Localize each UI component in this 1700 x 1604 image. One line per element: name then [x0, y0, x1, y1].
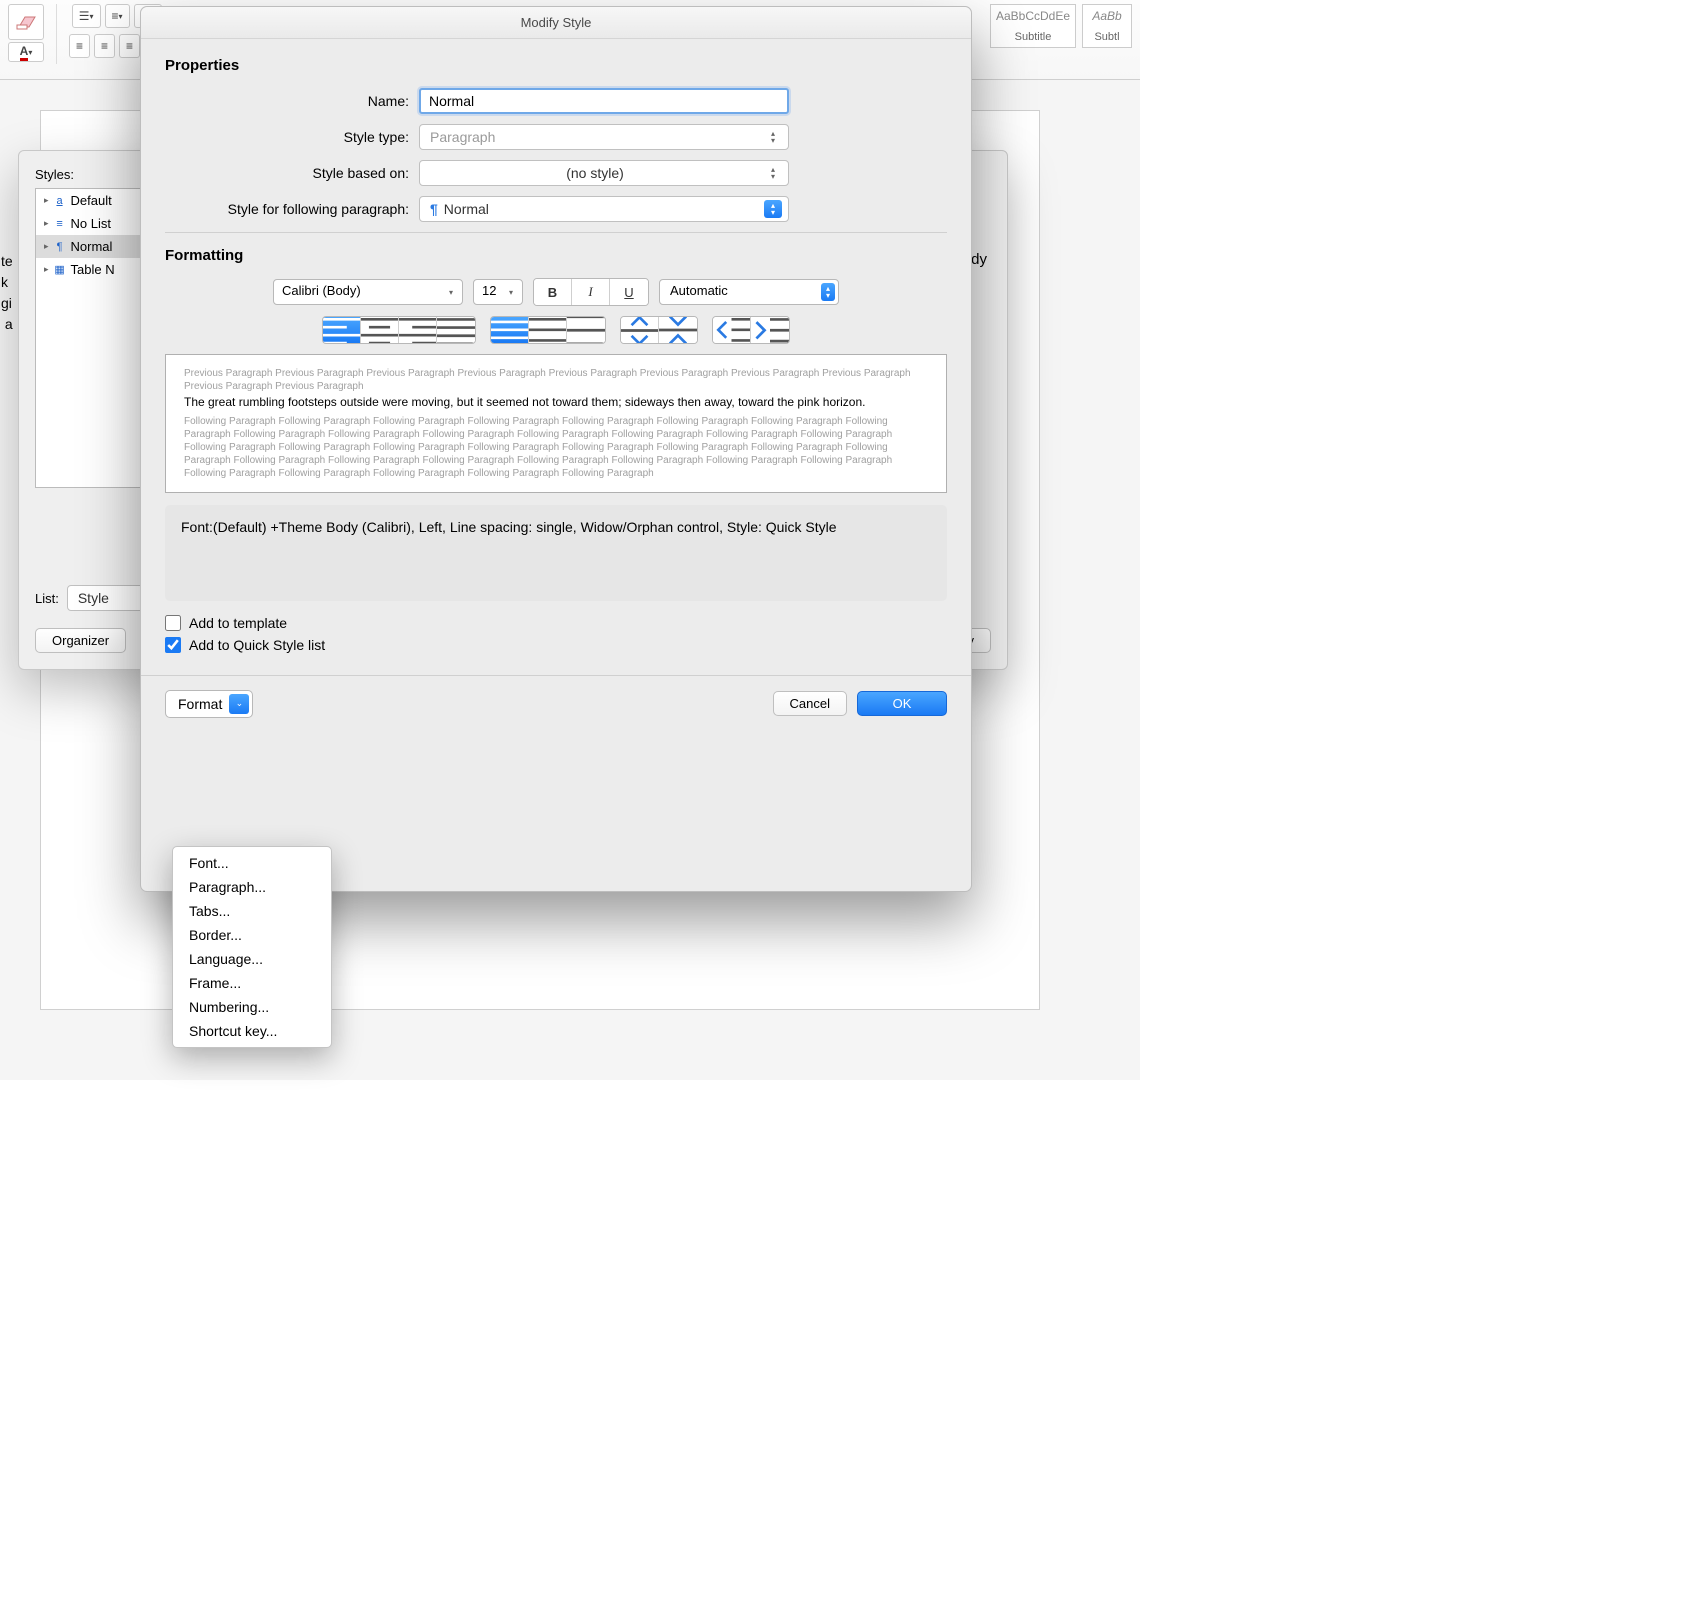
modify-style-dialog: Modify Style Properties Name: Style type… — [140, 6, 972, 892]
font-color-select[interactable]: Automatic ▴▾ — [659, 279, 839, 305]
list-icon: ≡ — [53, 218, 67, 230]
menu-item-frame[interactable]: Frame... — [173, 971, 331, 995]
add-to-quick-style-checkbox[interactable] — [165, 637, 181, 653]
menu-item-paragraph[interactable]: Paragraph... — [173, 875, 331, 899]
indent-inc-button[interactable] — [751, 317, 789, 343]
style-type-value: Paragraph — [430, 129, 495, 145]
preview-following: Following Paragraph Following Paragraph … — [184, 415, 928, 480]
following-label: Style for following paragraph: — [165, 201, 419, 217]
name-label: Name: — [165, 93, 419, 109]
style-preview: Previous Paragraph Previous Paragraph Pr… — [165, 354, 947, 493]
font-color-value: Automatic — [670, 283, 728, 298]
chevron-updown-icon: ▴▾ — [764, 164, 782, 182]
spacing-2-button[interactable] — [567, 317, 605, 343]
menu-item-shortcut[interactable]: Shortcut key... — [173, 1019, 331, 1043]
following-select[interactable]: ¶ Normal ▴▾ — [419, 196, 789, 222]
chevron-updown-icon: ▴▾ — [821, 283, 835, 301]
align-center-button[interactable] — [361, 317, 399, 343]
menu-item-numbering[interactable]: Numbering... — [173, 995, 331, 1019]
based-label: Style based on: — [165, 165, 419, 181]
chevron-down-icon: ▾ — [444, 280, 458, 304]
bullets-button[interactable]: ☰ ▾ — [72, 4, 101, 28]
style-name: Subtl — [1094, 31, 1119, 43]
biu-group: B I U — [533, 278, 649, 306]
list-item-label: Table N — [71, 262, 115, 277]
style-description: Font:(Default) +Theme Body (Calibri), Le… — [165, 505, 947, 601]
document-fragment: te k gi a — [1, 251, 13, 335]
style-type-select[interactable]: Paragraph ▴▾ — [419, 124, 789, 150]
font-select[interactable]: Calibri (Body) ▾ — [273, 279, 463, 305]
list-item-label: No List — [71, 216, 111, 231]
italic-button[interactable]: I — [572, 279, 610, 305]
style-subtle[interactable]: AaBb Subtl — [1082, 4, 1132, 48]
size-value: 12 — [482, 283, 496, 298]
chevron-updown-icon: ▴▾ — [764, 200, 782, 218]
add-to-template-label: Add to template — [189, 615, 287, 631]
align-left-button[interactable] — [323, 317, 361, 343]
list-item-label: Default — [71, 193, 112, 208]
pilcrow-icon: ¶ — [430, 201, 438, 217]
menu-item-tabs[interactable]: Tabs... — [173, 899, 331, 923]
spacing-1-5-button[interactable] — [529, 317, 567, 343]
add-to-quick-style-label: Add to Quick Style list — [189, 637, 325, 653]
properties-heading: Properties — [165, 57, 947, 74]
based-on-select[interactable]: (no style) ▴▾ — [419, 160, 789, 186]
underline-button[interactable]: U — [610, 279, 648, 305]
menu-item-font[interactable]: Font... — [173, 851, 331, 875]
style-sample: AaBbCcDdEe — [996, 9, 1070, 23]
add-to-template-checkbox[interactable] — [165, 615, 181, 631]
based-on-value: (no style) — [566, 165, 624, 181]
align-right-ribbon[interactable]: ≡ — [119, 34, 140, 58]
clear-formatting-button[interactable] — [8, 4, 44, 40]
chevron-down-icon: ▾ — [504, 280, 518, 304]
space-before-dec-button[interactable] — [659, 317, 697, 343]
format-menu: Font... Paragraph... Tabs... Border... L… — [172, 846, 332, 1048]
list-item-label: Normal — [71, 239, 113, 254]
list-label: List: — [35, 591, 59, 606]
spacing-1-button[interactable] — [491, 317, 529, 343]
dialog-title: Modify Style — [141, 7, 971, 39]
size-select[interactable]: 12 ▾ — [473, 279, 523, 305]
style-a-icon: a — [53, 195, 67, 207]
style-subtitle[interactable]: AaBbCcDdEe Subtitle — [990, 4, 1076, 48]
justify-button[interactable] — [437, 317, 475, 343]
list-filter-value: Style — [78, 590, 109, 606]
style-sample: AaBb — [1092, 9, 1121, 23]
pilcrow-icon: ¶ — [53, 241, 67, 253]
space-before-inc-button[interactable] — [621, 317, 659, 343]
bold-button[interactable]: B — [534, 279, 572, 305]
menu-item-language[interactable]: Language... — [173, 947, 331, 971]
organizer-button[interactable]: Organizer — [35, 628, 126, 653]
preview-previous: Previous Paragraph Previous Paragraph Pr… — [184, 367, 928, 393]
chevron-updown-icon: ▴▾ — [764, 128, 782, 146]
menu-item-border[interactable]: Border... — [173, 923, 331, 947]
numbering-button[interactable]: ≡ ▾ — [105, 4, 130, 28]
name-input[interactable] — [419, 88, 789, 114]
ok-button[interactable]: OK — [857, 691, 947, 716]
font-value: Calibri (Body) — [282, 283, 361, 298]
font-color-button[interactable]: A ▾ — [8, 42, 44, 62]
table-icon: ▦ — [53, 263, 67, 276]
align-center-ribbon[interactable]: ≡ — [94, 34, 115, 58]
type-label: Style type: — [165, 129, 419, 145]
indent-dec-button[interactable] — [713, 317, 751, 343]
style-name: Subtitle — [1015, 31, 1052, 43]
following-value: Normal — [444, 201, 489, 217]
formatting-heading: Formatting — [165, 247, 947, 264]
cancel-button[interactable]: Cancel — [773, 691, 847, 716]
align-left-ribbon[interactable]: ≡ — [69, 34, 90, 58]
format-label: Format — [178, 696, 222, 712]
preview-sample: The great rumbling footsteps outside wer… — [184, 395, 928, 411]
chevron-down-icon: ⌄ — [229, 694, 249, 714]
align-right-button[interactable] — [399, 317, 437, 343]
format-dropdown[interactable]: Format ⌄ — [165, 690, 253, 718]
